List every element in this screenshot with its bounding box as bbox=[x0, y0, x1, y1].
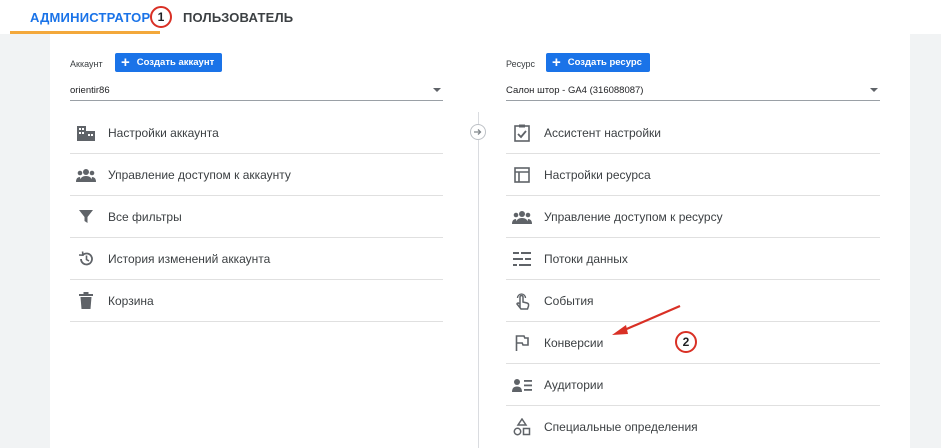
account-menu: Настройки аккаунта Управление доступом к… bbox=[70, 112, 443, 322]
menu-item-label: История изменений аккаунта bbox=[108, 251, 271, 266]
account-label: Аккаунт bbox=[70, 59, 103, 69]
menu-item-custom-definitions[interactable]: Специальные определения bbox=[506, 406, 880, 448]
menu-item-property-access[interactable]: Управление доступом к ресурсу bbox=[506, 196, 880, 238]
streams-icon bbox=[512, 249, 532, 269]
tab-user[interactable]: ПОЛЬЗОВАТЕЛЬ bbox=[183, 0, 293, 34]
account-selected-value: orientir86 bbox=[70, 85, 110, 96]
audience-icon bbox=[512, 375, 532, 395]
plus-icon: + bbox=[121, 54, 130, 71]
create-property-button[interactable]: + Создать ресурс bbox=[546, 53, 650, 72]
menu-item-all-filters[interactable]: Все фильтры bbox=[70, 196, 443, 238]
menu-item-label: Управление доступом к аккаунту bbox=[108, 167, 291, 182]
menu-item-label: Аудитории bbox=[544, 377, 604, 392]
menu-item-audiences[interactable]: Аудитории bbox=[506, 364, 880, 406]
menu-item-label: Все фильтры bbox=[108, 209, 182, 224]
building-icon bbox=[76, 123, 96, 143]
annotation-arrow-icon bbox=[612, 304, 681, 335]
flag-icon bbox=[512, 333, 532, 353]
checklist-icon bbox=[512, 123, 532, 143]
property-label: Ресурс bbox=[506, 59, 536, 69]
account-selector[interactable]: orientir86 bbox=[70, 81, 443, 101]
history-icon bbox=[76, 249, 96, 269]
shapes-icon bbox=[512, 417, 532, 437]
menu-item-data-streams[interactable]: Потоки данных bbox=[506, 238, 880, 280]
menu-item-trash[interactable]: Корзина bbox=[70, 280, 443, 322]
menu-item-label: Управление доступом к ресурсу bbox=[544, 209, 723, 224]
property-menu: Ассистент настройки Настройки ресурса Уп… bbox=[506, 112, 880, 448]
menu-item-account-access[interactable]: Управление доступом к аккаунту bbox=[70, 154, 443, 196]
dropdown-caret-icon bbox=[433, 88, 441, 92]
layout-icon bbox=[512, 165, 532, 185]
arrow-right-icon bbox=[474, 129, 482, 135]
menu-item-label: Настройки аккаунта bbox=[108, 125, 219, 140]
menu-item-property-settings[interactable]: Настройки ресурса bbox=[506, 154, 880, 196]
tab-admin[interactable]: АДМИНИСТРАТОР bbox=[10, 0, 160, 34]
property-selector[interactable]: Салон штор - GA4 (316088087) bbox=[506, 81, 880, 101]
column-divider bbox=[478, 112, 479, 448]
menu-item-account-settings[interactable]: Настройки аккаунта bbox=[70, 112, 443, 154]
menu-item-label: Ассистент настройки bbox=[544, 125, 661, 140]
trash-icon bbox=[76, 291, 96, 311]
people-icon bbox=[512, 207, 532, 227]
menu-item-setup-assistant[interactable]: Ассистент настройки bbox=[506, 112, 880, 154]
plus-icon: + bbox=[552, 54, 561, 71]
menu-item-events[interactable]: События bbox=[506, 280, 880, 322]
people-icon bbox=[76, 165, 96, 185]
property-selected-value: Салон штор - GA4 (316088087) bbox=[506, 85, 644, 96]
menu-item-account-history[interactable]: История изменений аккаунта bbox=[70, 238, 443, 280]
tab-bar: АДМИНИСТРАТОР ПОЛЬЗОВАТЕЛЬ 1 bbox=[0, 0, 941, 34]
menu-item-label: Корзина bbox=[108, 293, 154, 308]
create-account-button[interactable]: + Создать аккаунт bbox=[115, 53, 223, 72]
dropdown-caret-icon bbox=[870, 88, 878, 92]
create-account-label: Создать аккаунт bbox=[136, 57, 215, 68]
filter-icon bbox=[76, 207, 96, 227]
create-property-label: Создать ресурс bbox=[567, 57, 642, 68]
menu-item-label: Специальные определения bbox=[544, 420, 698, 434]
menu-item-label: Конверсии bbox=[544, 335, 604, 350]
menu-item-label: Потоки данных bbox=[544, 251, 628, 266]
menu-item-label: События bbox=[544, 293, 594, 308]
callout-marker-2: 2 bbox=[675, 331, 697, 353]
touch-icon bbox=[512, 291, 532, 311]
expand-column-button[interactable] bbox=[470, 124, 486, 140]
menu-item-label: Настройки ресурса bbox=[544, 167, 651, 182]
callout-marker-1: 1 bbox=[150, 6, 172, 28]
